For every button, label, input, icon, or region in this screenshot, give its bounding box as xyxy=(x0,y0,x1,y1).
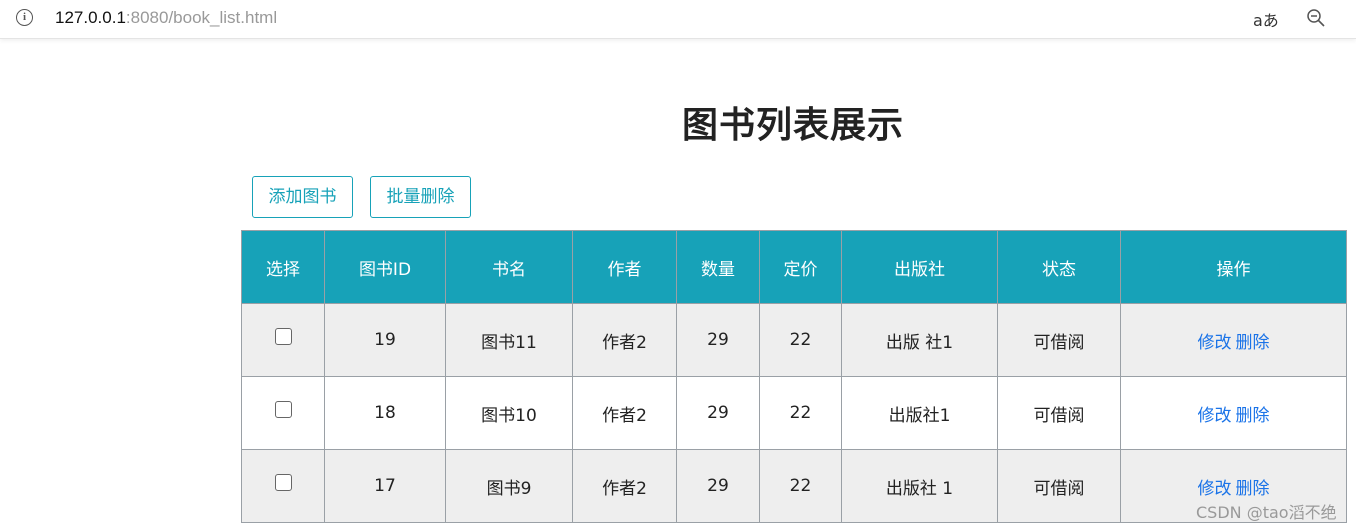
header-price: 定价 xyxy=(759,230,842,304)
cell-publisher: 出版社1 xyxy=(841,376,998,450)
header-publisher: 出版社 xyxy=(841,230,998,304)
header-status: 状态 xyxy=(997,230,1121,304)
cell-price: 22 xyxy=(759,376,842,450)
cell-count: 29 xyxy=(676,303,760,377)
cell-status: 可借阅 xyxy=(997,449,1121,523)
cell-id: 19 xyxy=(324,303,446,377)
table-row: 17 图书9 作者2 29 22 出版社 1 可借阅 修改 删除 xyxy=(241,449,1347,523)
cell-status: 可借阅 xyxy=(997,303,1121,377)
header-actions: 操作 xyxy=(1120,230,1347,304)
row-checkbox[interactable] xyxy=(274,400,292,418)
url-host: 127.0.0.1 xyxy=(55,8,126,27)
delete-link[interactable]: 删除 xyxy=(1236,479,1270,499)
cell-count: 29 xyxy=(676,449,760,523)
cell-status: 可借阅 xyxy=(997,376,1121,450)
info-icon[interactable]: i xyxy=(16,9,33,26)
cell-count: 29 xyxy=(676,376,760,450)
header-count: 数量 xyxy=(676,230,760,304)
cell-price: 22 xyxy=(759,303,842,377)
delete-link[interactable]: 删除 xyxy=(1236,406,1270,426)
row-checkbox[interactable] xyxy=(274,327,292,345)
cell-name: 图书11 xyxy=(445,303,573,377)
batch-delete-button[interactable]: 批量删除 xyxy=(370,176,471,218)
cell-actions: 修改 删除 xyxy=(1120,376,1347,450)
cell-publisher: 出版社 1 xyxy=(841,449,998,523)
book-table: 选择 图书ID 书名 作者 数量 定价 出版社 状态 操作 19 图书11 作者… xyxy=(241,230,1347,523)
cell-id: 18 xyxy=(324,376,446,450)
header-book-name: 书名 xyxy=(445,230,573,304)
cell-select xyxy=(241,449,325,523)
cell-publisher: 出版 社1 xyxy=(841,303,998,377)
table-row: 18 图书10 作者2 29 22 出版社1 可借阅 修改 删除 xyxy=(241,376,1347,450)
url-path: :8080/book_list.html xyxy=(125,8,278,27)
table-header-row: 选择 图书ID 书名 作者 数量 定价 出版社 状态 操作 xyxy=(241,230,1347,304)
header-author: 作者 xyxy=(572,230,677,304)
cell-author: 作者2 xyxy=(572,376,677,450)
header-select: 选择 xyxy=(241,230,325,304)
edit-link[interactable]: 修改 xyxy=(1198,406,1232,426)
browser-address-bar: i 127.0.0.1:8080/book_list.html aあ xyxy=(0,0,1356,39)
edit-link[interactable]: 修改 xyxy=(1198,333,1232,353)
cell-author: 作者2 xyxy=(572,303,677,377)
header-book-id: 图书ID xyxy=(324,230,446,304)
add-book-button[interactable]: 添加图书 xyxy=(252,176,353,218)
cell-id: 17 xyxy=(324,449,446,523)
url-field[interactable]: 127.0.0.1:8080/book_list.html xyxy=(55,8,277,28)
cell-name: 图书10 xyxy=(445,376,573,450)
cell-select xyxy=(241,303,325,377)
page-title: 图书列表展示 xyxy=(681,105,904,146)
delete-link[interactable]: 删除 xyxy=(1236,333,1270,353)
cell-actions: 修改 删除 xyxy=(1120,303,1347,377)
zoom-out-icon[interactable] xyxy=(1306,8,1326,28)
row-checkbox[interactable] xyxy=(274,473,292,491)
cell-select xyxy=(241,376,325,450)
watermark: CSDN @tao滔不绝 xyxy=(1196,503,1337,522)
cell-name: 图书9 xyxy=(445,449,573,523)
cell-price: 22 xyxy=(759,449,842,523)
edit-link[interactable]: 修改 xyxy=(1198,479,1232,499)
table-row: 19 图书11 作者2 29 22 出版 社1 可借阅 修改 删除 xyxy=(241,303,1347,377)
cell-author: 作者2 xyxy=(572,449,677,523)
read-aloud-icon[interactable]: aあ xyxy=(1253,7,1279,31)
